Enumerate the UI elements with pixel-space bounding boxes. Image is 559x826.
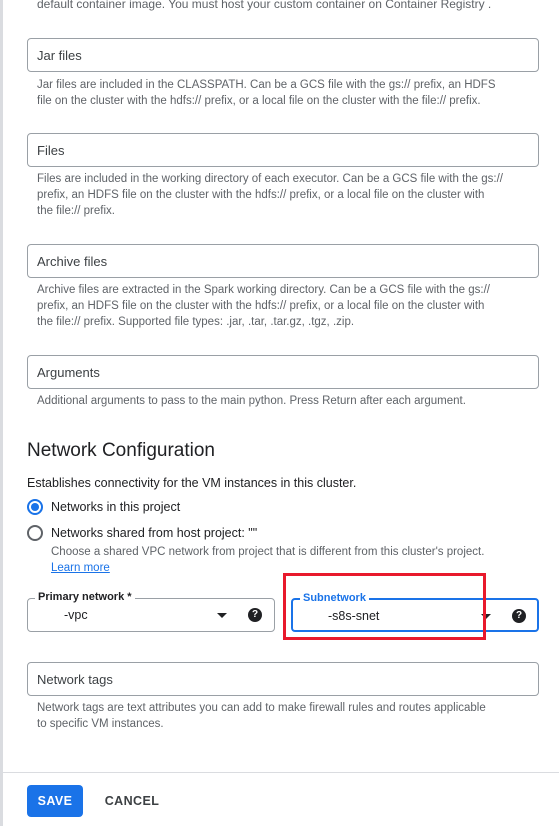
radio-networks-this-project[interactable]: Networks in this project <box>27 499 180 515</box>
help-icon[interactable]: ? <box>248 608 262 622</box>
archive-files-help: Archive files are extracted in the Spark… <box>37 282 527 330</box>
network-tags-input[interactable]: Network tags <box>27 662 539 696</box>
help-line: file on the cluster with the hdfs:// pre… <box>37 95 481 107</box>
shared-network-help-text: Choose a shared VPC network from project… <box>51 546 485 558</box>
help-line: Archive files are extracted in the Spark… <box>37 284 490 296</box>
jar-files-label: Jar files <box>37 48 82 63</box>
help-line: the file:// prefix. <box>37 205 115 217</box>
files-input[interactable]: Files <box>27 133 539 167</box>
help-line: prefix, an HDFS file on the cluster with… <box>37 300 485 312</box>
primary-network-label: Primary network * <box>35 591 135 603</box>
radio-networks-shared-label: Networks shared from host project: "" <box>51 526 258 540</box>
help-line: the file:// prefix. Supported file types… <box>37 316 355 328</box>
files-label: Files <box>37 143 65 158</box>
arguments-help: Additional arguments to pass to the main… <box>37 395 466 407</box>
network-tags-label: Network tags <box>37 672 113 687</box>
network-config-description: Establishes connectivity for the VM inst… <box>27 476 357 490</box>
radio-unselected-icon[interactable] <box>27 525 43 541</box>
help-line: Network tags are text attributes you can… <box>37 702 486 714</box>
files-help: Files are included in the working direct… <box>37 171 527 219</box>
radio-networks-shared[interactable]: Networks shared from host project: "" <box>27 525 257 541</box>
container-image-help: default container image. You must host y… <box>37 0 492 11</box>
arguments-input[interactable]: Arguments <box>27 355 539 389</box>
radio-selected-icon[interactable] <box>27 499 43 515</box>
cancel-button[interactable]: CANCEL <box>97 785 167 817</box>
arguments-label: Arguments <box>37 365 100 380</box>
footer-divider <box>0 772 559 773</box>
network-config-title: Network Configuration <box>27 440 215 461</box>
shared-network-help: Choose a shared VPC network from project… <box>51 544 484 576</box>
help-line: Jar files are included in the CLASSPATH.… <box>37 79 496 91</box>
help-line: to specific VM instances. <box>37 718 164 730</box>
primary-network-select[interactable]: Primary network * -vpc ? <box>27 591 275 632</box>
panel-left-border <box>0 0 3 826</box>
archive-files-input[interactable]: Archive files <box>27 244 539 278</box>
learn-more-link[interactable]: Learn more <box>51 562 110 574</box>
archive-files-label: Archive files <box>37 254 108 269</box>
jar-files-help: Jar files are included in the CLASSPATH.… <box>37 77 527 109</box>
help-line: prefix, an HDFS file on the cluster with… <box>37 189 485 201</box>
network-tags-help: Network tags are text attributes you can… <box>37 700 527 732</box>
help-icon[interactable]: ? <box>512 609 526 623</box>
jar-files-input[interactable]: Jar files <box>27 38 539 72</box>
chevron-down-icon[interactable] <box>217 613 227 618</box>
red-highlight-box <box>283 573 486 640</box>
help-line: Files are included in the working direct… <box>37 173 503 185</box>
radio-networks-this-project-label: Networks in this project <box>51 500 181 514</box>
save-button[interactable]: SAVE <box>27 785 83 817</box>
primary-network-value: -vpc <box>64 608 88 622</box>
